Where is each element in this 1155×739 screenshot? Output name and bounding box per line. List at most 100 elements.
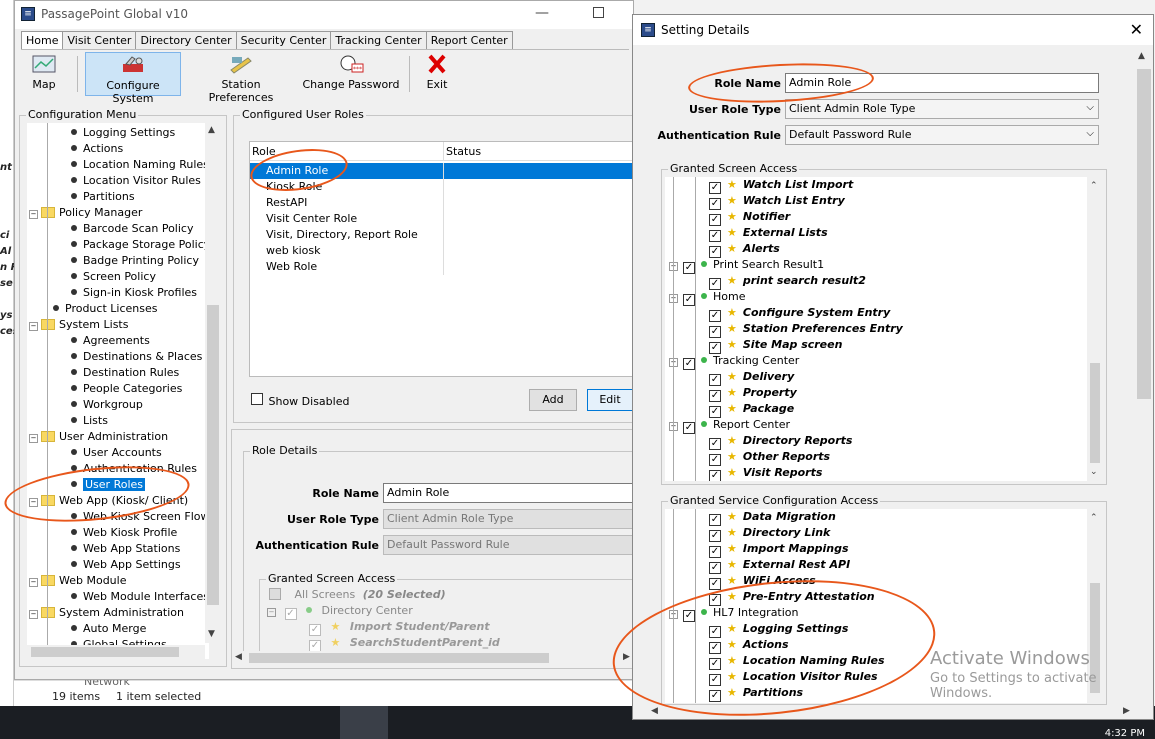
- scroll-up-icon[interactable]: ▲: [1138, 51, 1145, 61]
- tree-item[interactable]: Badge Printing Policy: [71, 253, 199, 269]
- main-window-titlebar[interactable]: ≡ PassagePoint Global v10 —: [15, 1, 633, 29]
- chevron-down-icon[interactable]: ⌵: [1086, 102, 1094, 113]
- item-check[interactable]: ✓: [683, 262, 695, 274]
- tree-item[interactable]: Package Storage Policy: [71, 237, 209, 253]
- list-item[interactable]: ✓ ★ Import Mappings: [709, 541, 849, 558]
- search-student-item[interactable]: ✓ ★ SearchStudentParent_id: [309, 635, 500, 652]
- list-item[interactable]: ✓ ★ Alerts: [709, 241, 780, 258]
- tree-item[interactable]: User Accounts: [71, 445, 162, 461]
- item-check[interactable]: ✓: [683, 358, 695, 370]
- tree-item[interactable]: Web Kiosk Screen Flow: [71, 509, 209, 525]
- tab-security-center[interactable]: Security Center: [235, 31, 332, 49]
- list-item[interactable]: ✓ ★ Delivery: [709, 369, 794, 386]
- list-item[interactable]: ✓ ★ Logging Settings: [709, 621, 848, 638]
- item-check[interactable]: ✓: [709, 470, 721, 481]
- minimize-icon[interactable]: —: [535, 5, 549, 21]
- item-check[interactable]: ✓: [683, 294, 695, 306]
- tree-vertical-scrollbar[interactable]: ▲ ▼: [205, 123, 221, 643]
- tree-item[interactable]: − Web App (Kiosk/ Client): [29, 493, 188, 509]
- chevron-down-icon[interactable]: ⌵: [1086, 128, 1094, 139]
- scroll-right-icon[interactable]: ▶: [623, 652, 630, 662]
- screen-list-thumb[interactable]: [1090, 363, 1100, 463]
- directory-center-check[interactable]: ✓: [284, 608, 297, 620]
- tab-visit-center[interactable]: Visit Center: [62, 31, 137, 49]
- tab-report-center[interactable]: Report Center: [425, 31, 513, 49]
- all-screens-check[interactable]: [269, 588, 281, 600]
- tree-item[interactable]: Sign-in Kiosk Profiles: [71, 285, 197, 301]
- list-item[interactable]: ✓ ★ Package: [709, 401, 794, 418]
- list-item[interactable]: ✓ ★ Watch List Import: [709, 177, 853, 194]
- tree-item[interactable]: Logging Settings: [71, 125, 175, 141]
- tree-scroll-thumb[interactable]: [207, 305, 219, 605]
- list-item[interactable]: −✓Tracking Center: [669, 353, 799, 370]
- tree-item[interactable]: − User Administration: [29, 429, 168, 445]
- tree-item[interactable]: Auto Merge: [71, 621, 146, 637]
- list-item[interactable]: ✓ ★ Partitions: [709, 685, 803, 702]
- tree-item[interactable]: Web App Stations: [71, 541, 180, 557]
- list-item[interactable]: ✓ ★ Property: [709, 385, 797, 402]
- list-item[interactable]: ✓ ★ print search result2: [709, 273, 866, 290]
- show-disabled-checkbox[interactable]: Show Disabled: [251, 393, 349, 408]
- status-column-header[interactable]: Status: [446, 145, 481, 158]
- tree-item[interactable]: Lists: [71, 413, 108, 429]
- tree-item[interactable]: Workgroup: [71, 397, 143, 413]
- item-check[interactable]: ✓: [709, 690, 721, 702]
- collapse-icon[interactable]: −: [267, 608, 276, 617]
- collapse-icon[interactable]: −: [29, 610, 38, 619]
- list-item[interactable]: ✓ ★ Other Reports: [709, 449, 830, 466]
- list-item[interactable]: −✓Print Search Result1: [669, 257, 824, 274]
- dialog-role-name-field[interactable]: Admin Role: [785, 73, 1099, 93]
- all-screens-item[interactable]: All Screens (20 Selected): [269, 587, 446, 603]
- list-item[interactable]: ✓ ★ Data Migration: [709, 509, 836, 526]
- scroll-up-icon[interactable]: ⌃: [1090, 513, 1098, 523]
- table-row[interactable]: RestAPI: [250, 195, 634, 211]
- item-check[interactable]: ✓: [683, 422, 695, 434]
- list-item[interactable]: ✓ ★ Watch List Entry: [709, 193, 845, 210]
- list-item[interactable]: ✓ ★ Visit Reports: [709, 465, 822, 481]
- tree-item[interactable]: Screen Policy: [71, 269, 156, 285]
- list-item[interactable]: ✓ ★ Pre-Entry Attestation: [709, 589, 875, 606]
- table-row[interactable]: Admin Role: [250, 163, 634, 179]
- dialog-titlebar[interactable]: ≡ Setting Details ✕: [633, 15, 1153, 45]
- tree-item[interactable]: Location Visitor Rules: [71, 173, 201, 189]
- dialog-auth-rule-select[interactable]: Default Password Rule ⌵: [785, 125, 1099, 145]
- tree-item[interactable]: Product Licenses: [53, 301, 157, 317]
- list-item[interactable]: ✓ ★ Station Preferences Entry: [709, 321, 903, 338]
- service-list-scrollbar[interactable]: ⌃: [1087, 509, 1103, 703]
- change-password-button[interactable]: *** Change Password: [301, 52, 401, 96]
- dialog-scroll-thumb[interactable]: [1137, 69, 1151, 399]
- show-disabled-check[interactable]: [251, 393, 263, 405]
- role-name-field[interactable]: Admin Role: [383, 483, 635, 503]
- tree-hscroll-thumb[interactable]: [31, 647, 179, 657]
- tree-item[interactable]: Location Naming Rules: [71, 157, 209, 173]
- tree-item[interactable]: Partitions: [71, 189, 135, 205]
- tab-directory-center[interactable]: Directory Center: [135, 31, 237, 49]
- maximize-icon[interactable]: [593, 7, 604, 18]
- list-item[interactable]: ✓ ★ Location Naming Rules: [709, 653, 885, 670]
- add-role-button[interactable]: Add: [529, 389, 577, 411]
- list-item[interactable]: ✓ ★ Actions: [709, 637, 789, 654]
- scroll-left-icon[interactable]: ◀: [235, 652, 242, 662]
- tree-item[interactable]: People Categories: [71, 381, 182, 397]
- collapse-icon[interactable]: −: [29, 578, 38, 587]
- tree-item[interactable]: − Policy Manager: [29, 205, 142, 221]
- tree-item[interactable]: Agreements: [71, 333, 150, 349]
- list-item[interactable]: ✓ ★ Site Map screen: [709, 337, 842, 354]
- table-row[interactable]: Visit, Directory, Report Role: [250, 227, 634, 243]
- tree-item[interactable]: User Roles: [71, 477, 146, 493]
- tree-item[interactable]: − Web Module: [29, 573, 126, 589]
- edit-role-button[interactable]: Edit: [587, 389, 633, 411]
- table-row[interactable]: Kiosk Role: [250, 179, 634, 195]
- dialog-user-role-type-select[interactable]: Client Admin Role Type ⌵: [785, 99, 1099, 119]
- list-item[interactable]: ✓ ★ Directory Reports: [709, 433, 852, 450]
- list-item[interactable]: −✓Home: [669, 289, 745, 306]
- list-item[interactable]: ✓ ★ WiFi Access: [709, 573, 816, 590]
- role-details-hscroll-thumb[interactable]: [249, 653, 549, 663]
- tab-tracking-center[interactable]: Tracking Center: [330, 31, 427, 49]
- tree-item[interactable]: − System Lists: [29, 317, 128, 333]
- tree-item[interactable]: Web App Settings: [71, 557, 181, 573]
- configure-system-button[interactable]: Configure System: [85, 52, 181, 105]
- list-item[interactable]: ✓ ★ Location Visitor Rules: [709, 669, 878, 686]
- taskbar-active-app[interactable]: [340, 706, 388, 739]
- scroll-right-icon[interactable]: ▶: [1123, 706, 1130, 716]
